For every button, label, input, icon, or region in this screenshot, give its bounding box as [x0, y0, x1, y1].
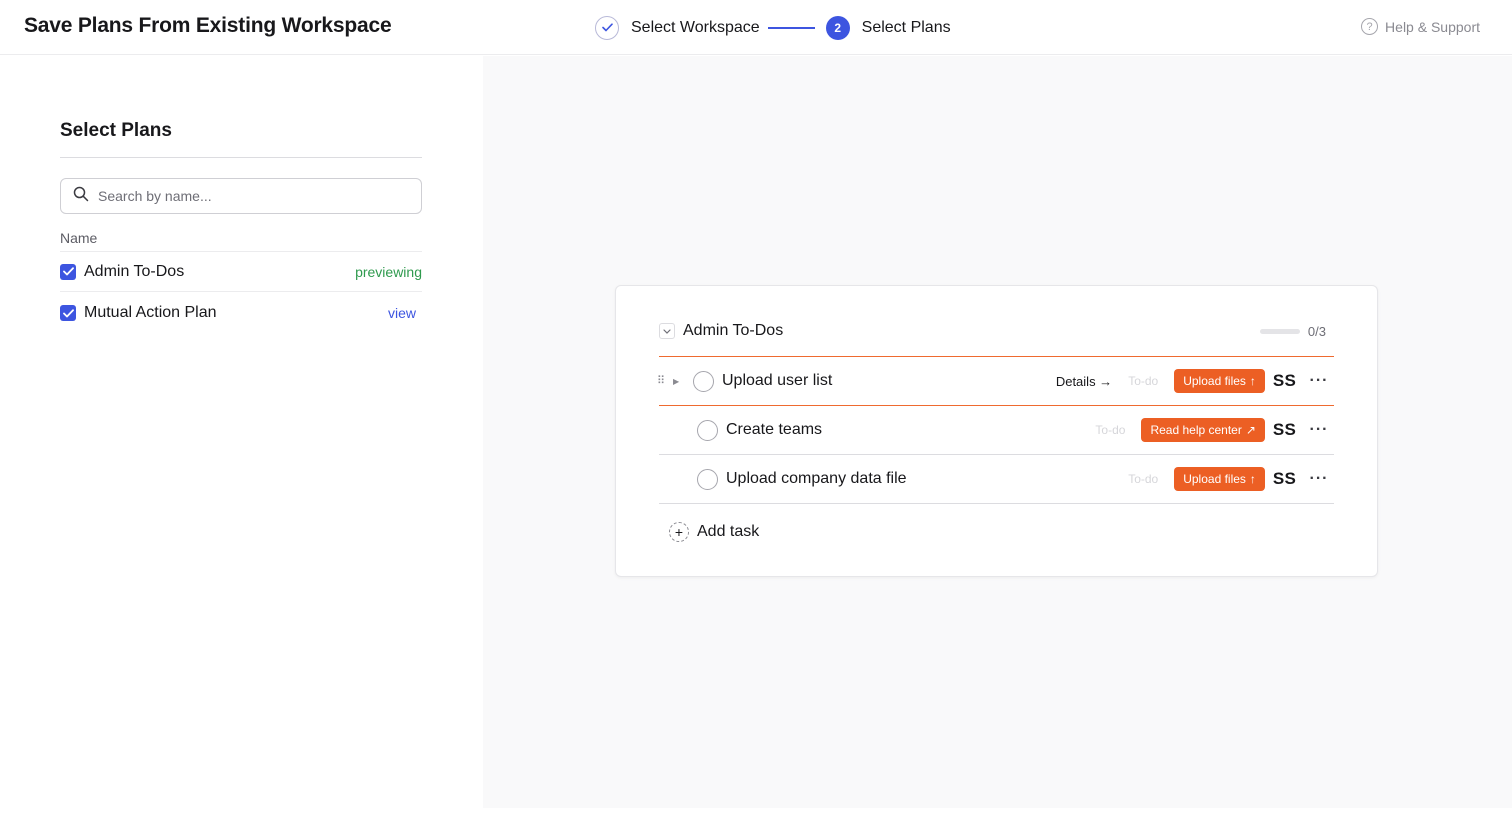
page-title: Save Plans From Existing Workspace: [24, 14, 392, 37]
stepper: Select Workspace 2 Select Plans: [595, 15, 951, 40]
step-check-icon: [595, 15, 619, 40]
step-connector: [767, 26, 815, 29]
search-icon: [73, 186, 89, 207]
upload-files-button[interactable]: Upload files ↑: [1174, 467, 1265, 491]
task-status-tag[interactable]: To-do: [1128, 472, 1158, 486]
search-box: [60, 178, 422, 214]
action-label: Upload files: [1183, 374, 1246, 388]
plan-preview-area: Admin To-Dos 0/3 ⠿ ▶ Upload user list De…: [483, 56, 1512, 808]
step-select-workspace[interactable]: Select Workspace: [631, 19, 760, 37]
task-name[interactable]: Create teams: [726, 421, 1095, 439]
plan-name: Admin To-Dos: [84, 262, 185, 280]
panel-divider: [60, 157, 422, 158]
assignee-avatar[interactable]: SS: [1273, 420, 1296, 440]
task-row: Create teams To-do Read help center ↗ SS …: [659, 406, 1334, 455]
task-complete-checkbox[interactable]: [693, 370, 714, 392]
task-complete-checkbox[interactable]: [697, 419, 718, 441]
add-task-button[interactable]: + Add task: [669, 522, 759, 542]
upload-files-button[interactable]: Upload files ↑: [1174, 369, 1265, 393]
step-select-plans[interactable]: Select Plans: [862, 19, 951, 37]
step-number-badge: 2: [825, 15, 850, 40]
chevron-down-icon: [663, 328, 671, 334]
help-support-link[interactable]: ? Help & Support: [1361, 18, 1480, 35]
plan-preview-card: Admin To-Dos 0/3 ⠿ ▶ Upload user list De…: [615, 285, 1378, 577]
task-details-link[interactable]: Details →: [1056, 374, 1112, 389]
search-input[interactable]: [98, 188, 398, 204]
question-circle-icon: ?: [1361, 18, 1379, 35]
plus-circle-icon: +: [669, 522, 689, 542]
arrow-up-right-icon: ↗: [1245, 423, 1256, 437]
help-support-label: Help & Support: [1385, 18, 1480, 35]
panel-title: Select Plans: [60, 120, 172, 141]
assignee-avatar[interactable]: SS: [1273, 371, 1296, 391]
caret-right-icon[interactable]: ▶: [673, 377, 685, 386]
task-name[interactable]: Upload user list: [722, 372, 1056, 390]
add-task-label: Add task: [697, 523, 760, 540]
task-row: Upload company data file To-do Upload fi…: [659, 455, 1334, 504]
task-status-tag[interactable]: To-do: [1128, 374, 1158, 388]
plan-name: Mutual Action Plan: [84, 304, 217, 321]
plan-card-header: Admin To-Dos 0/3: [659, 320, 1334, 342]
more-options-icon[interactable]: ···: [1308, 421, 1330, 439]
arrow-up-icon: ↑: [1249, 374, 1256, 388]
more-options-icon[interactable]: ···: [1308, 372, 1330, 390]
plan-checkbox-admin-todos[interactable]: [60, 263, 76, 280]
plan-checkbox-mutual-action-plan[interactable]: [60, 305, 76, 321]
arrow-up-icon: ↑: [1249, 472, 1256, 486]
more-options-icon[interactable]: ···: [1308, 470, 1330, 488]
action-label: Read help center: [1150, 423, 1242, 437]
collapse-toggle[interactable]: [659, 323, 675, 339]
task-status-tag[interactable]: To-do: [1095, 423, 1125, 437]
action-label: Upload files: [1183, 472, 1246, 486]
plan-row: Mutual Action Plan view: [60, 293, 422, 333]
plan-selection-panel: Select Plans Name Admin To-Dos previewin…: [0, 56, 483, 808]
view-plan-link[interactable]: view: [388, 305, 416, 321]
task-row: ⠿ ▶ Upload user list Details → To-do Upl…: [657, 357, 1334, 406]
read-help-center-button[interactable]: Read help center ↗: [1141, 418, 1265, 442]
drag-handle-icon[interactable]: ⠿: [657, 375, 667, 387]
task-name[interactable]: Upload company data file: [726, 470, 1128, 488]
progress-count: 0/3: [1307, 323, 1326, 339]
previewing-status: previewing: [355, 263, 422, 280]
plan-row: Admin To-Dos previewing: [60, 252, 422, 292]
top-header: Save Plans From Existing Workspace Selec…: [0, 0, 1512, 55]
task-complete-checkbox[interactable]: [697, 468, 718, 490]
plan-card-title: Admin To-Dos: [683, 322, 784, 339]
name-column-header: Name: [60, 230, 98, 246]
assignee-avatar[interactable]: SS: [1273, 469, 1296, 489]
progress-bar: [1259, 328, 1300, 334]
